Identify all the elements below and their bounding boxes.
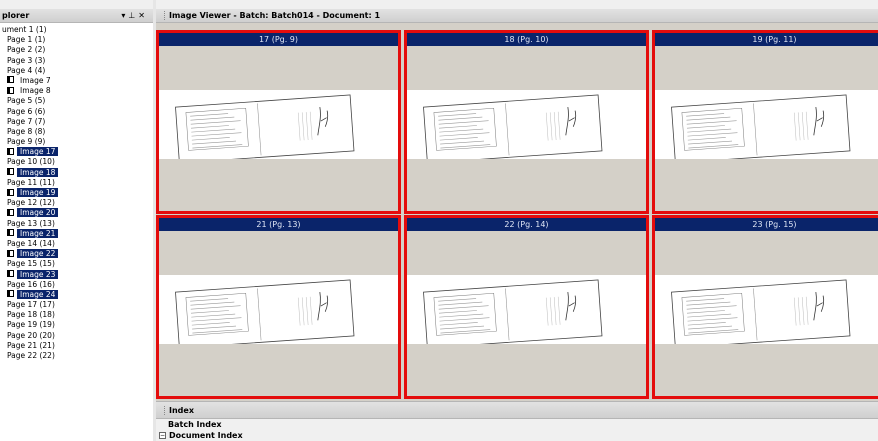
thumbnail-card[interactable]: 19 (Pg. 11) <box>652 30 878 214</box>
tree-item-image[interactable]: Image 8 <box>0 86 153 96</box>
tree-item-page[interactable]: Page 11 (11) <box>0 178 153 188</box>
scanned-page-image <box>655 275 878 344</box>
image-file-icon <box>7 147 14 155</box>
tree-item-label: Image 20 <box>17 208 59 218</box>
tree-item-label: Image 17 <box>17 147 59 157</box>
thumbnail-title: 17 (Pg. 9) <box>159 33 398 46</box>
thumbnail-card[interactable]: 23 (Pg. 15) <box>652 215 878 399</box>
thumbnail-title: 19 (Pg. 11) <box>655 33 878 46</box>
tree-item-page[interactable]: Page 17 (17) <box>0 300 153 310</box>
index-title: Index <box>169 406 194 415</box>
index-header: Index <box>156 401 878 419</box>
image-file-icon <box>7 290 14 298</box>
tree-item-image[interactable]: Image 21 <box>0 228 153 239</box>
tree-item-label: Image 23 <box>17 269 59 279</box>
thumbnail-card[interactable]: 17 (Pg. 9) <box>156 30 401 214</box>
explorer-top-strip <box>0 0 153 9</box>
tree-item-page[interactable]: Page 3 (3) <box>0 56 153 66</box>
tree-item-page[interactable]: Page 5 (5) <box>0 96 153 106</box>
explorer-tree: ument 1 (1) Page 1 (1) Page 2 (2) Page 3 (3… <box>0 23 153 361</box>
tree-item-page[interactable]: Page 4 (4) <box>0 66 153 76</box>
tree-item-page[interactable]: Page 13 (13) <box>0 219 153 229</box>
document-index-label: Document Index <box>169 431 243 440</box>
drag-grip-icon[interactable] <box>164 406 165 415</box>
tree-item-image[interactable]: Image 18 <box>0 167 153 178</box>
explorer-header: plorer ▾⊥✕ <box>0 9 153 23</box>
tree-item-image[interactable]: Image 20 <box>0 208 153 218</box>
scanned-page-image <box>407 275 646 344</box>
tree-item-page[interactable]: Page 15 (15) <box>0 259 153 269</box>
image-file-icon <box>7 229 14 237</box>
tree-item-label: Image 18 <box>17 167 59 177</box>
drag-grip-icon[interactable] <box>164 11 165 20</box>
scanned-page-image <box>407 90 646 159</box>
thumbnail-title: 22 (Pg. 14) <box>407 218 646 231</box>
tree-item-page[interactable]: Page 18 (18) <box>0 310 153 320</box>
thumbnail-card[interactable]: 18 (Pg. 10) <box>404 30 649 214</box>
image-file-icon <box>7 270 14 277</box>
scanned-page-image <box>655 90 878 159</box>
image-file-icon <box>7 188 14 196</box>
tree-item-page[interactable]: Page 12 (12) <box>0 198 153 208</box>
explorer-window-controls: ▾⊥✕ <box>121 9 148 23</box>
tree-item-page[interactable]: Page 2 (2) <box>0 45 153 55</box>
image-viewer-title: Image Viewer - Batch: Batch014 - Documen… <box>169 11 381 20</box>
explorer-panel: plorer ▾⊥✕ ument 1 (1) Page 1 (1) Page 2 (… <box>0 0 153 441</box>
image-file-icon <box>7 168 14 176</box>
pin-icon[interactable]: ⊥ <box>128 11 138 20</box>
tree-item-image[interactable]: Image 24 <box>0 289 153 300</box>
image-file-icon <box>7 86 14 94</box>
image-file-icon <box>7 208 14 216</box>
thumbnail-title: 18 (Pg. 10) <box>407 33 646 46</box>
index-panel: Index Batch Index − Document Index <box>156 401 878 441</box>
image-file-icon <box>7 249 14 257</box>
tree-item-page[interactable]: Page 6 (6) <box>0 107 153 117</box>
tree-item-label: Image 21 <box>17 228 59 238</box>
tree-item-label: Image 22 <box>17 249 59 259</box>
tree-item-image[interactable]: Image 22 <box>0 249 153 259</box>
batch-index-section[interactable]: Batch Index <box>156 419 878 430</box>
thumbnail-card[interactable]: 22 (Pg. 14) <box>404 215 649 399</box>
explorer-title: plorer <box>2 11 30 20</box>
tree-item-label: Image 8 <box>20 86 51 96</box>
tree-item-image[interactable]: Image 23 <box>0 269 153 280</box>
tree-item-label: Image 19 <box>17 188 59 197</box>
tree-item-page[interactable]: Page 16 (16) <box>0 280 153 290</box>
tree-item-page[interactable]: Page 14 (14) <box>0 239 153 249</box>
tree-item-page[interactable]: Page 21 (21) <box>0 341 153 351</box>
tree-item-document[interactable]: ument 1 (1) <box>0 25 153 35</box>
tree-item-page[interactable]: Page 8 (8) <box>0 127 153 137</box>
viewer-top-strip <box>156 0 878 9</box>
thumbnail-card[interactable]: 21 (Pg. 13) <box>156 215 401 399</box>
tree-item-page[interactable]: Page 1 (1) <box>0 35 153 45</box>
image-viewer-panel: Image Viewer - Batch: Batch014 - Documen… <box>156 0 878 401</box>
tree-item-page[interactable]: Page 7 (7) <box>0 117 153 127</box>
tree-item-image[interactable]: Image 7 <box>0 76 153 86</box>
tree-item-image[interactable]: Image 19 <box>0 188 153 198</box>
image-viewer-header: Image Viewer - Batch: Batch014 - Documen… <box>156 9 878 23</box>
tree-item-label: Image 24 <box>17 289 59 299</box>
tree-item-page[interactable]: Page 19 (19) <box>0 320 153 330</box>
document-index-section[interactable]: − Document Index <box>156 430 878 441</box>
tree-item-label: Image 7 <box>20 75 51 85</box>
thumbnail-grid: 17 (Pg. 9) 18 (Pg. 10) 19 (Pg. 11) 21 (Pg. … <box>156 23 878 401</box>
thumbnail-title: 23 (Pg. 15) <box>655 218 878 231</box>
tree-item-image[interactable]: Image 17 <box>0 147 153 157</box>
scanned-page-image <box>159 275 398 344</box>
tree-item-page[interactable]: Page 22 (22) <box>0 351 153 361</box>
tree-item-page[interactable]: Page 9 (9) <box>0 137 153 147</box>
tree-item-page[interactable]: Page 20 (20) <box>0 331 153 341</box>
tree-item-page[interactable]: Page 10 (10) <box>0 157 153 167</box>
scanned-page-image <box>159 90 398 159</box>
image-file-icon <box>7 76 14 84</box>
collapse-toggle-icon[interactable]: − <box>159 432 166 439</box>
close-icon[interactable]: ✕ <box>138 11 148 20</box>
thumbnail-title: 21 (Pg. 13) <box>159 218 398 231</box>
